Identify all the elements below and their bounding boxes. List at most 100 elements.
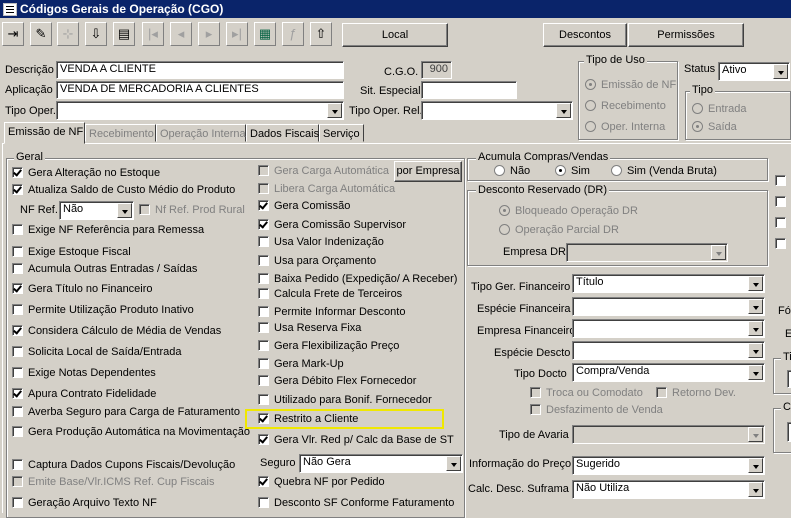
bloqueado-dr-radio[interactable]: Bloqueado Operação DR <box>499 205 638 218</box>
chevron-down-icon[interactable] <box>748 482 763 497</box>
acumula-sim-venda-bruta-radio[interactable]: Sim (Venda Bruta) <box>611 165 717 178</box>
acumula-nao-radio[interactable]: Não <box>494 165 530 178</box>
chevron-down-icon[interactable] <box>117 203 132 218</box>
tab-dados-fiscais[interactable]: Dados Fiscais <box>246 124 319 142</box>
descontos-button[interactable]: Descontos <box>543 23 627 47</box>
info-preco-select[interactable]: Sugerido <box>572 456 765 475</box>
empresa-fin-select[interactable] <box>572 319 765 338</box>
tipo-oper-select[interactable] <box>56 101 344 120</box>
chk-gera-vlr-red-st[interactable]: Gera Vlr. Red p/ Calc da Base de ST <box>258 434 454 447</box>
edit-icon[interactable]: ✎ <box>30 22 52 46</box>
chk-acumula-outras[interactable]: Acumula Outras Entradas / Saídas <box>12 263 197 276</box>
chk-gera-titulo-financeiro[interactable]: Gera Título no Financeiro <box>12 283 153 296</box>
chk-geracao-arquivo-texto[interactable]: Geração Arquivo Texto NF <box>12 497 157 510</box>
chk-libera-carga-automatica[interactable]: Libera Carga Automática <box>258 183 395 196</box>
tipo-saida-radio[interactable]: Saída <box>692 121 737 134</box>
prev-icon[interactable]: ◂ <box>170 22 192 46</box>
permissoes-button[interactable]: Permissões <box>628 23 744 47</box>
tipo-avaria-select[interactable] <box>572 425 765 444</box>
chk-right-3[interactable] <box>775 217 791 230</box>
chk-considera-media-vendas[interactable]: Considera Cálculo de Média de Vendas <box>12 325 221 338</box>
chk-right-2[interactable] <box>775 196 791 209</box>
chk-calcula-frete[interactable]: Calcula Frete de Terceiros <box>258 288 402 301</box>
por-empresa-button[interactable]: por Empresa <box>394 161 462 182</box>
print-icon[interactable]: ▤ <box>113 22 135 46</box>
chk-emite-base-icms[interactable]: Emite Base/Vlr.ICMS Ref. Cup Fiscais <box>12 476 214 489</box>
chk-nf-ref-prod-rural[interactable]: Nf Ref. Prod Rural <box>139 204 245 217</box>
status-select[interactable]: Ativo <box>718 62 790 81</box>
tipo-uso-recebimento-radio[interactable]: Recebimento <box>585 100 666 113</box>
tab-emissao-nf[interactable]: Emissão de NF <box>4 122 85 144</box>
tree-icon[interactable]: ⊹ <box>57 22 79 46</box>
chevron-down-icon[interactable] <box>556 103 571 118</box>
especie-fin-select[interactable] <box>572 297 765 316</box>
chevron-down-icon[interactable] <box>711 245 726 260</box>
next-icon[interactable]: ▸ <box>198 22 220 46</box>
grid-icon[interactable]: ▦ <box>254 22 276 46</box>
chk-troca-comodato[interactable]: Troca ou Comodato <box>530 387 643 400</box>
chk-quebra-nf-pedido[interactable]: Quebra NF por Pedido <box>258 476 385 489</box>
parcial-dr-radio[interactable]: Operação Parcial DR <box>499 224 619 237</box>
chk-gera-mark-up[interactable]: Gera Mark-Up <box>258 358 344 371</box>
chk-permite-informar-desconto[interactable]: Permite Informar Desconto <box>258 306 405 319</box>
chk-gera-comissao-supervisor[interactable]: Gera Comissão Supervisor <box>258 219 406 232</box>
chevron-down-icon[interactable] <box>748 343 763 358</box>
text-icon[interactable]: ƒ <box>282 22 304 46</box>
chk-retorno-dev[interactable]: Retorno Dev. <box>656 387 736 400</box>
chk-solicita-local[interactable]: Solicita Local de Saída/Entrada <box>12 346 182 359</box>
chk-atualiza-saldo-custo[interactable]: Atualiza Saldo de Custo Médio do Produto <box>12 184 235 197</box>
chk-captura-cupons[interactable]: Captura Dados Cupons Fiscais/Devolução <box>12 459 235 472</box>
chk-gera-carga-automatica[interactable]: Gera Carga Automática <box>258 165 389 178</box>
tipo-uso-emissao-radio[interactable]: Emissão de NF <box>585 79 676 92</box>
chk-desfazimento-venda[interactable]: Desfazimento de Venda <box>530 404 663 417</box>
save-icon[interactable]: ⇩ <box>85 22 107 46</box>
chk-right-1[interactable] <box>775 175 791 188</box>
aplicacao-field[interactable]: VENDA DE MERCADORIA A CLIENTES <box>56 81 344 99</box>
tab-recebimento[interactable]: Recebimento <box>85 124 156 142</box>
chevron-down-icon[interactable] <box>748 427 763 442</box>
chk-exige-nf-referencia[interactable]: Exige NF Referência para Remessa <box>12 224 204 237</box>
export-icon[interactable]: ⇧ <box>310 22 332 46</box>
chk-gera-flexibilizacao[interactable]: Gera Flexibilização Preço <box>258 340 399 353</box>
exit-icon[interactable]: ⇥ <box>2 22 24 46</box>
tipo-oper-rel-select[interactable] <box>421 101 573 120</box>
tipo-entrada-radio[interactable]: Entrada <box>692 103 747 116</box>
chk-utilizado-bonif[interactable]: Utilizado para Bonif. Fornecedor <box>258 394 432 407</box>
right-field-ti[interactable] <box>787 370 791 388</box>
chk-gera-comissao[interactable]: Gera Comissão <box>258 200 350 213</box>
chevron-down-icon[interactable] <box>748 458 763 473</box>
chk-right-4[interactable] <box>775 238 791 251</box>
last-icon[interactable]: ▸| <box>226 22 248 46</box>
sit-especial-field[interactable] <box>421 81 517 99</box>
chk-desconto-sf[interactable]: Desconto SF Conforme Faturamento <box>258 497 454 510</box>
chk-exige-notas-dependentes[interactable]: Exige Notas Dependentes <box>12 367 156 380</box>
descricao-field[interactable]: VENDA A CLIENTE <box>56 61 344 79</box>
seguro-select[interactable]: Não Gera <box>299 454 463 473</box>
chk-usa-orcamento[interactable]: Usa para Orçamento <box>258 255 376 268</box>
chevron-down-icon[interactable] <box>446 456 461 471</box>
tipo-docto-select[interactable]: Compra/Venda <box>572 363 765 382</box>
chk-permite-produto-inativo[interactable]: Permite Utilização Produto Inativo <box>12 304 194 317</box>
first-icon[interactable]: |◂ <box>142 22 164 46</box>
empresa-dr-select[interactable] <box>566 243 728 262</box>
chk-usa-valor-indenizacao[interactable]: Usa Valor Indenização <box>258 236 384 249</box>
acumula-sim-radio[interactable]: Sim <box>555 165 590 178</box>
chk-gera-debito-flex[interactable]: Gera Débito Flex Fornecedor <box>258 375 416 388</box>
chevron-down-icon[interactable] <box>748 365 763 380</box>
chk-averba-seguro[interactable]: Averba Seguro para Carga de Faturamento <box>12 406 240 419</box>
nf-ref-select[interactable]: Não <box>59 201 134 220</box>
tipo-ger-fin-select[interactable]: Título <box>572 274 765 293</box>
especie-desc-select[interactable] <box>572 341 765 360</box>
chevron-down-icon[interactable] <box>748 321 763 336</box>
tab-operacao-interna[interactable]: Operação Interna <box>156 124 246 142</box>
chevron-down-icon[interactable] <box>748 276 763 291</box>
right-field-c[interactable] <box>787 422 791 442</box>
tipo-uso-oper-interna-radio[interactable]: Oper. Interna <box>585 121 665 134</box>
chevron-down-icon[interactable] <box>748 299 763 314</box>
chk-usa-reserva-fixa[interactable]: Usa Reserva Fixa <box>258 322 361 335</box>
calc-desc-select[interactable]: Não Utiliza <box>572 480 765 499</box>
chk-apura-contrato[interactable]: Apura Contrato Fidelidade <box>12 388 156 401</box>
tab-servico[interactable]: Serviço <box>319 124 364 142</box>
chk-exige-estoque-fiscal[interactable]: Exige Estoque Fiscal <box>12 246 131 259</box>
local-button[interactable]: Local <box>342 23 448 47</box>
